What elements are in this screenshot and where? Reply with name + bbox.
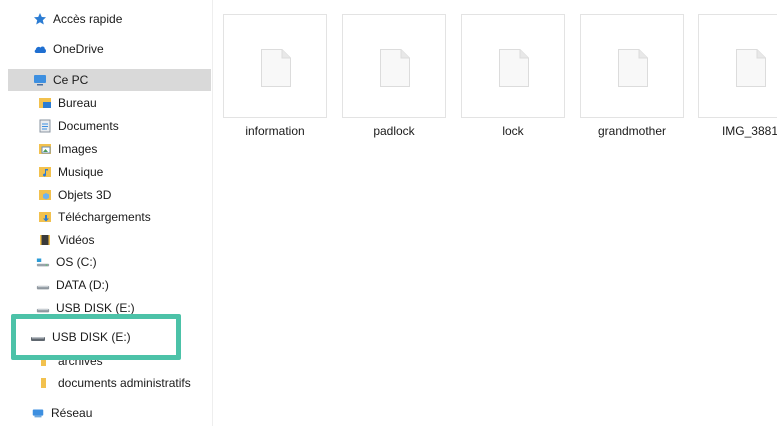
desktop-folder-icon (38, 96, 52, 110)
nav-label: Documents (58, 119, 119, 133)
file-tile[interactable]: grandmother (580, 14, 684, 138)
file-thumbnail (223, 14, 327, 118)
nav-item-onedrive[interactable]: OneDrive (33, 38, 211, 60)
objects-3d-folder-icon (38, 188, 52, 202)
nav-item-downloads[interactable]: Téléchargements (38, 206, 211, 228)
nav-item-music[interactable]: Musique (38, 161, 211, 183)
nav-label: OneDrive (53, 42, 104, 56)
nav-item-images[interactable]: Images (38, 138, 211, 160)
cloud-icon (33, 42, 47, 56)
nav-item-network[interactable]: Réseau (31, 402, 211, 424)
pane-divider (212, 0, 213, 426)
nav-label: Musique (58, 165, 104, 179)
file-icon (618, 49, 648, 87)
nav-label: Images (58, 142, 98, 156)
file-icon (380, 49, 410, 87)
usb-drive-icon (30, 330, 46, 344)
file-name: IMG_3881 (721, 124, 777, 138)
videos-folder-icon (38, 233, 52, 247)
images-folder-icon (38, 142, 52, 156)
nav-item-data-drive[interactable]: DATA (D:) (36, 274, 211, 296)
windows-drive-icon (36, 255, 50, 269)
nav-item-this-pc[interactable]: Ce PC (8, 69, 211, 91)
file-icon (499, 49, 529, 87)
music-folder-icon (38, 165, 52, 179)
file-thumbnail (580, 14, 684, 118)
navigation-pane: Accès rapide OneDrive Ce PC Bureau Docum… (0, 0, 212, 426)
nav-item-quick-access[interactable]: Accès rapide (33, 8, 211, 30)
file-tile[interactable]: padlock (342, 14, 446, 138)
nav-item-desktop[interactable]: Bureau (38, 92, 211, 114)
nav-label: USB DISK (E:) (56, 301, 135, 315)
highlight-label: USB DISK (E:) (52, 330, 131, 344)
nav-label: Accès rapide (53, 12, 123, 26)
file-thumbnail (698, 14, 777, 118)
file-tile[interactable]: information (223, 14, 327, 138)
file-name: lock (502, 124, 524, 138)
nav-label: Téléchargements (58, 210, 151, 224)
pc-icon (33, 73, 47, 87)
documents-folder-icon (38, 119, 52, 133)
file-thumbnail (461, 14, 565, 118)
nav-label: Objets 3D (58, 188, 112, 202)
nav-item-os-drive[interactable]: OS (C:) (36, 251, 211, 273)
nav-label: Réseau (51, 406, 93, 420)
nav-item-3d-objects[interactable]: Objets 3D (38, 184, 211, 206)
file-icon (736, 49, 766, 87)
file-name: information (245, 124, 305, 138)
nav-label: DATA (D:) (56, 278, 109, 292)
file-name: padlock (373, 124, 415, 138)
file-tile[interactable]: lock (461, 14, 565, 138)
folder-icon (38, 376, 52, 390)
file-tile[interactable]: IMG_3881 (698, 14, 777, 138)
usb-drive-highlight[interactable]: USB DISK (E:) (11, 314, 181, 360)
nav-label: Bureau (58, 96, 97, 110)
nav-label: documents administratifs (58, 376, 191, 390)
nav-item-documents[interactable]: Documents (38, 115, 211, 137)
file-thumbnail (342, 14, 446, 118)
file-tile-clip: IMG_3881 (698, 0, 777, 426)
nav-item-admin-documents[interactable]: documents administratifs (38, 372, 211, 394)
network-icon (31, 406, 45, 420)
nav-label: OS (C:) (56, 255, 97, 269)
file-name: grandmother (597, 124, 667, 138)
nav-label: Ce PC (53, 73, 89, 87)
drive-icon (36, 278, 50, 292)
downloads-folder-icon (38, 210, 52, 224)
nav-item-videos[interactable]: Vidéos (38, 229, 211, 251)
file-icon (261, 49, 291, 87)
usb-drive-icon (36, 301, 50, 315)
nav-label: Vidéos (58, 233, 95, 247)
star-icon (33, 12, 47, 26)
